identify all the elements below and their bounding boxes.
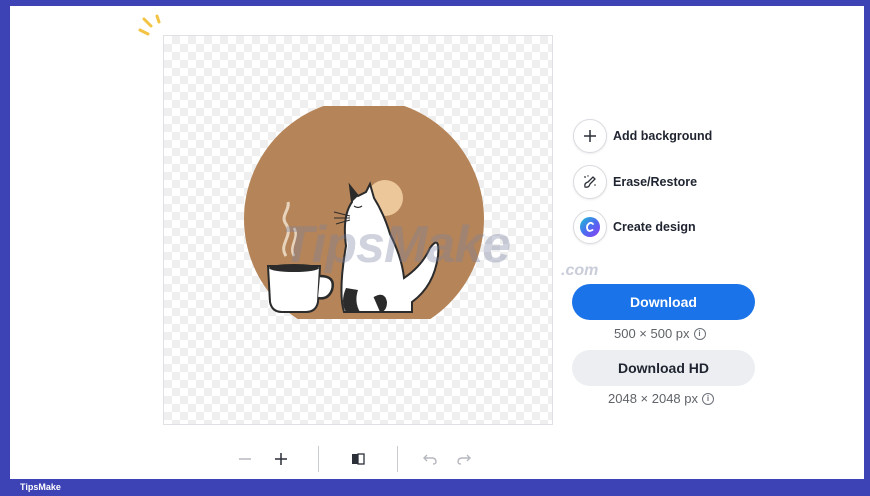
info-icon[interactable]: i	[702, 392, 714, 405]
plus-icon	[573, 119, 607, 153]
erase-restore-button[interactable]: Erase/Restore	[573, 165, 697, 199]
watermark-text: TipsMake	[282, 216, 511, 274]
download-hd-button[interactable]: Download HD	[572, 350, 755, 386]
erase-restore-label: Erase/Restore	[613, 175, 698, 189]
download-size-text: 500 × 500 px	[614, 326, 690, 341]
toolbar-divider	[397, 446, 398, 472]
compare-icon[interactable]	[345, 446, 371, 472]
create-design-button[interactable]: Create design	[573, 210, 696, 244]
create-design-label: Create design	[613, 220, 696, 234]
download-hd-size-note: 2048 × 2048 px i	[608, 391, 714, 406]
download-size-note: 500 × 500 px i	[614, 326, 706, 341]
download-button[interactable]: Download	[572, 284, 755, 320]
canva-logo-icon	[573, 210, 607, 244]
download-hd-size-text: 2048 × 2048 px	[608, 391, 698, 406]
plus-icon[interactable]	[268, 446, 294, 472]
magic-brush-icon	[573, 165, 607, 199]
undo-icon[interactable]	[417, 446, 443, 472]
brand-footer: TipsMake	[0, 479, 870, 496]
toolbar-divider	[318, 446, 319, 472]
info-icon[interactable]: i	[693, 327, 706, 340]
minus-icon[interactable]	[232, 446, 258, 472]
add-background-button[interactable]: Add background	[573, 119, 712, 153]
add-background-label: Add background	[613, 129, 713, 143]
watermark-suffix: .com	[561, 262, 599, 279]
redo-icon[interactable]	[451, 446, 477, 472]
